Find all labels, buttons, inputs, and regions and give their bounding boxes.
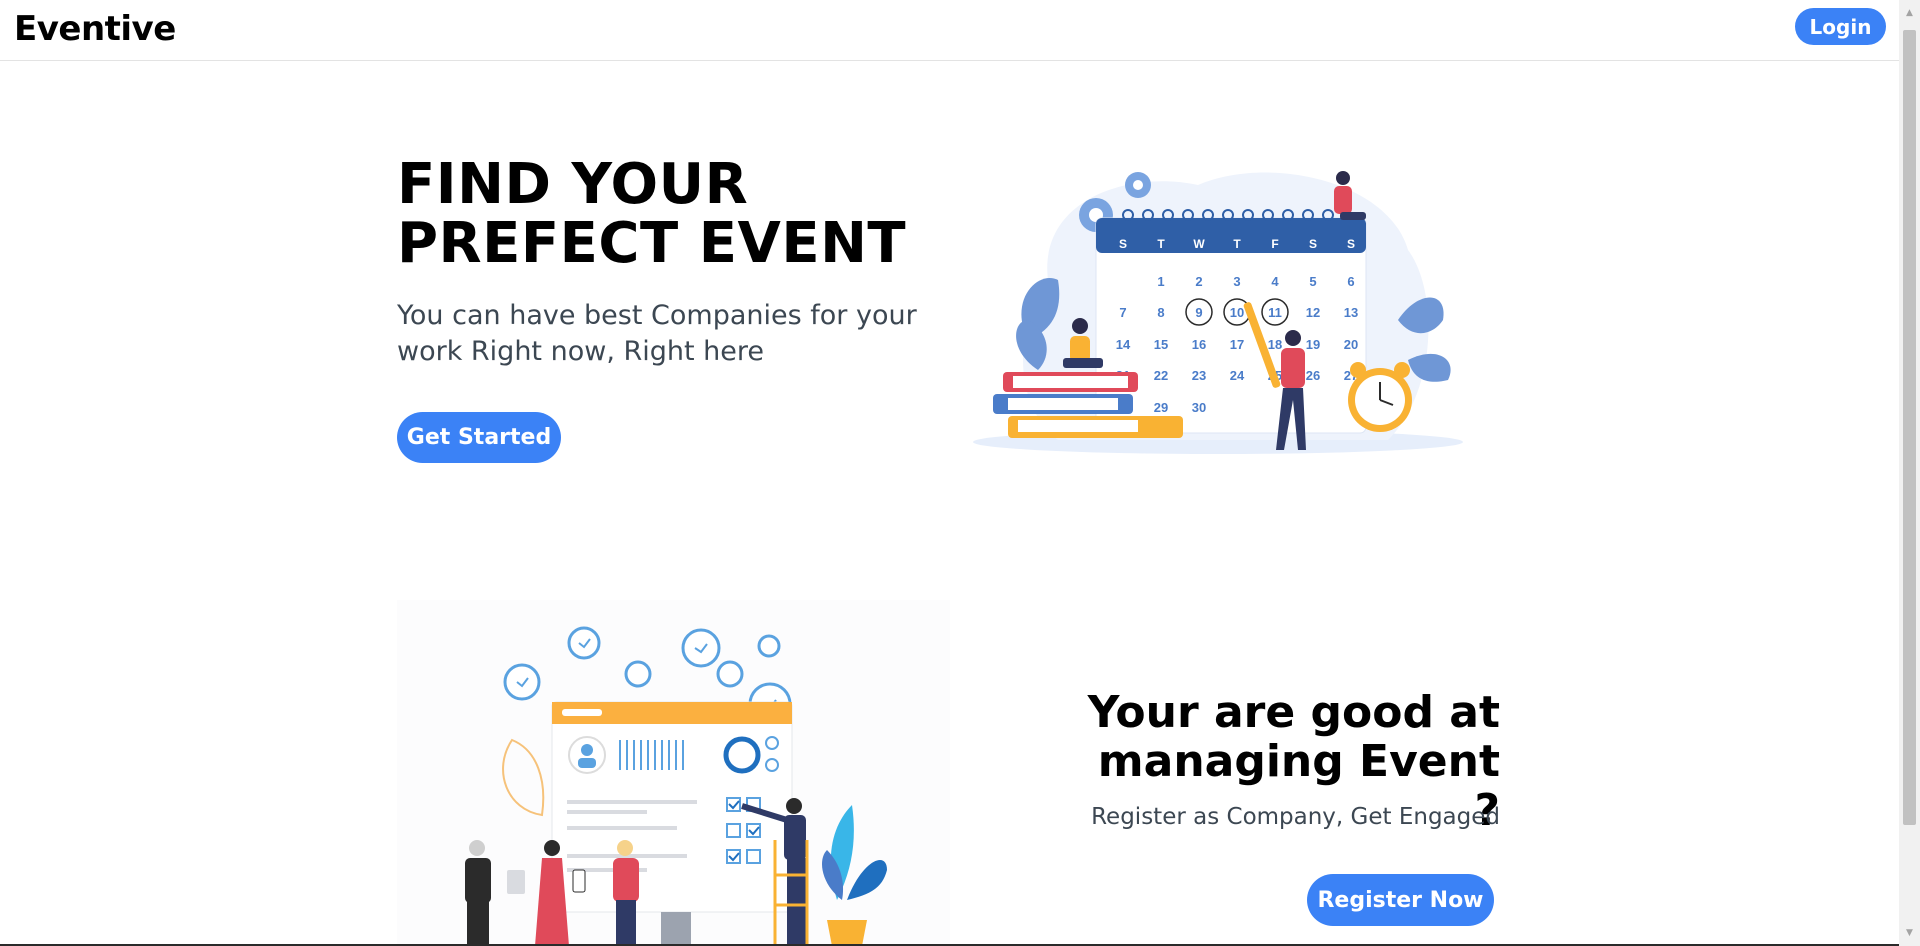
hero-title: FIND YOUR PREFECT EVENT	[397, 152, 907, 276]
calendar-day: 13	[1344, 305, 1358, 320]
brand-logo[interactable]: Eventive	[14, 9, 176, 49]
calendar-day: 20	[1344, 337, 1358, 352]
weekday-label: T	[1233, 237, 1241, 251]
scroll-thumb[interactable]	[1903, 30, 1916, 825]
calendar-day: 8	[1157, 305, 1164, 320]
get-started-button[interactable]: Get Started	[397, 412, 561, 463]
calendar-day: 6	[1347, 274, 1354, 289]
calendar-day: 12	[1306, 305, 1320, 320]
calendar-day: 24	[1230, 368, 1245, 383]
calendar-day: 23	[1192, 368, 1206, 383]
scroll-down-arrow-icon[interactable]: ▼	[1899, 924, 1920, 942]
calendar-day: 15	[1154, 337, 1168, 352]
scroll-up-arrow-icon[interactable]: ▲	[1899, 4, 1920, 22]
calendar-day: 16	[1192, 337, 1206, 352]
calendar-day: 19	[1306, 337, 1320, 352]
weekday-label: S	[1347, 237, 1355, 251]
calendar-day: 14	[1116, 337, 1131, 352]
calendar-day: 5	[1309, 274, 1316, 289]
login-button[interactable]: Login	[1795, 8, 1886, 45]
team-illustration	[397, 600, 950, 946]
hero-subtitle: You can have best Companies for your wor…	[397, 300, 917, 367]
calendar-day: 9	[1195, 305, 1202, 320]
calendar-day: 3	[1233, 274, 1240, 289]
calendar-day: 26	[1306, 368, 1320, 383]
calendar-day: 22	[1154, 368, 1168, 383]
calendar-day: 11	[1268, 305, 1282, 320]
calendar-illustration: S T W T F S S 1 2 3 4 5 6 7 8 9 10 11 12…	[973, 171, 1463, 454]
calendar-day: 30	[1192, 400, 1206, 415]
weekday-label: W	[1193, 237, 1205, 251]
alarm-clock-icon	[1348, 362, 1412, 432]
calendar-day: 10	[1230, 305, 1244, 320]
calendar-day: 1	[1157, 274, 1164, 289]
register-now-button[interactable]: Register Now	[1307, 874, 1494, 926]
calendar-day: 4	[1271, 274, 1279, 289]
calendar-day: 17	[1230, 337, 1244, 352]
weekday-label: S	[1119, 237, 1127, 251]
company-section-subtitle: Register as Company, Get Engaged	[1091, 804, 1500, 830]
weekday-label: F	[1271, 237, 1278, 251]
vertical-scrollbar[interactable]: ▲ ▼	[1899, 0, 1920, 946]
calendar-day: 18	[1268, 337, 1282, 352]
weekday-label: T	[1157, 237, 1165, 251]
calendar-day: 29	[1154, 400, 1168, 415]
calendar-day: 2	[1195, 274, 1202, 289]
calendar-day: 7	[1119, 305, 1126, 320]
weekday-label: S	[1309, 237, 1317, 251]
navbar: Eventive Login	[0, 0, 1899, 61]
